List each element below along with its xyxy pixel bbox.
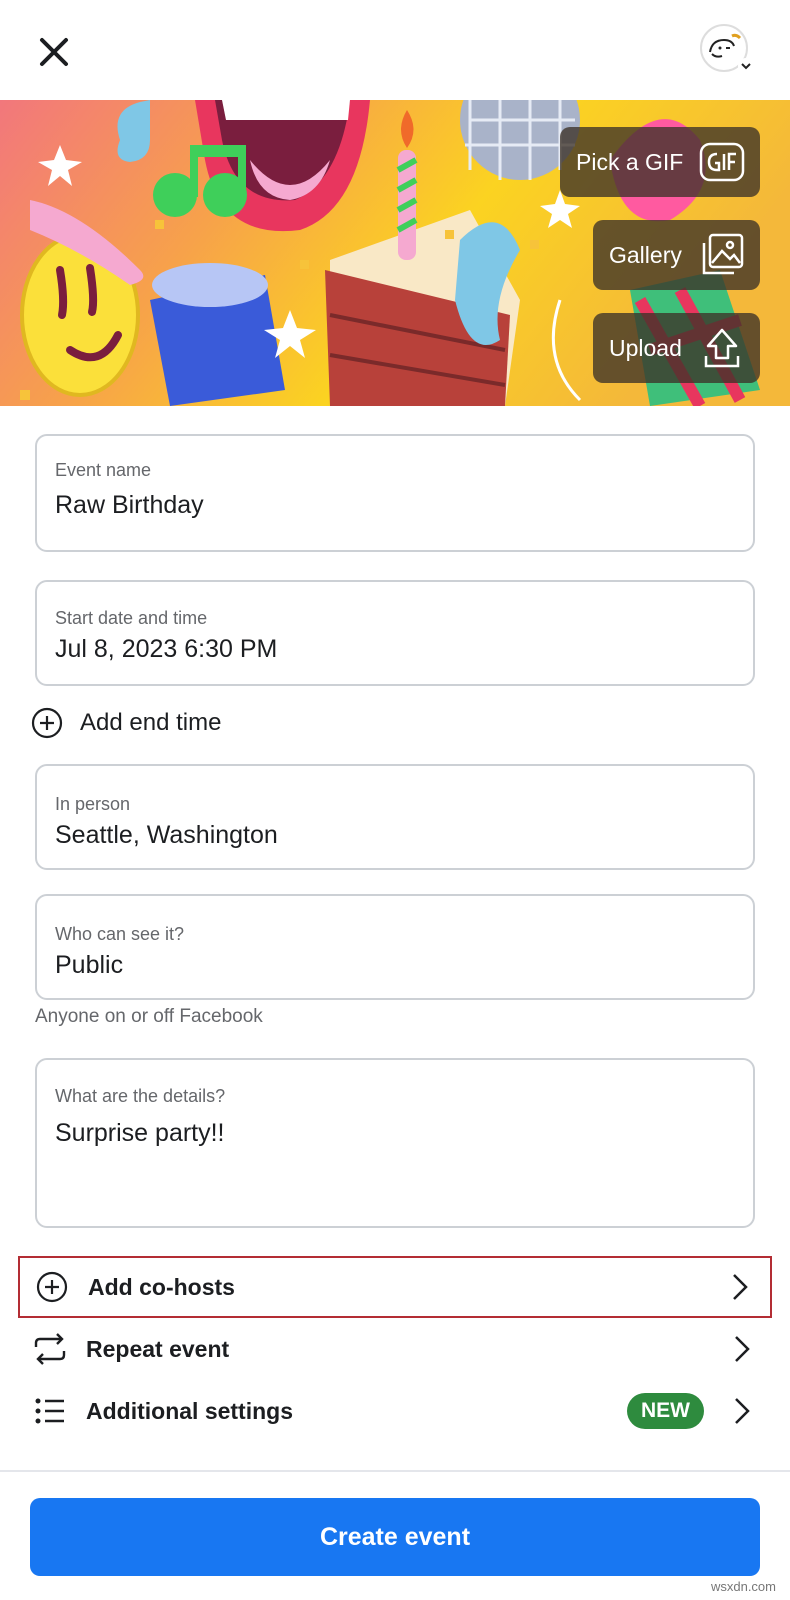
footer-divider [0, 1470, 790, 1472]
close-icon [40, 38, 68, 66]
plus-circle-icon [31, 707, 63, 739]
location-label: In person [55, 794, 131, 814]
upload-icon [698, 324, 746, 372]
list-icon [30, 1391, 70, 1431]
plus-circle-icon [32, 1267, 72, 1307]
event-name-field[interactable]: Event name Raw Birthday [35, 434, 755, 552]
upload-button[interactable]: Upload [593, 313, 760, 383]
repeat-icon [30, 1329, 70, 1369]
pick-gif-button[interactable]: Pick a GIF [560, 127, 760, 197]
location-field[interactable]: In person Seattle, Washington [35, 764, 755, 870]
details-field[interactable]: What are the details? Surprise party!! [35, 1058, 755, 1228]
gallery-label: Gallery [609, 241, 682, 268]
chevron-down-icon [738, 58, 754, 74]
start-datetime-value: Jul 8, 2023 6:30 PM [55, 635, 278, 663]
additional-settings-button[interactable]: Additional settings NEW [18, 1380, 772, 1442]
top-bar [0, 0, 790, 100]
repeat-event-label: Repeat event [86, 1335, 230, 1362]
privacy-helper-text: Anyone on or off Facebook [35, 1006, 263, 1027]
details-value: Surprise party!! [55, 1119, 225, 1147]
create-event-button[interactable]: Create event [30, 1498, 760, 1576]
event-name-label: Event name [55, 460, 152, 480]
add-co-hosts-label: Add co-hosts [88, 1273, 235, 1300]
repeat-event-button[interactable]: Repeat event [18, 1318, 772, 1380]
add-end-time-button[interactable]: Add end time [30, 706, 221, 740]
start-datetime-label: Start date and time [55, 608, 208, 628]
close-button[interactable] [30, 28, 78, 76]
privacy-value: Public [55, 951, 124, 979]
privacy-label: Who can see it? [55, 924, 185, 944]
start-datetime-field[interactable]: Start date and time Jul 8, 2023 6:30 PM [35, 580, 755, 686]
details-label: What are the details? [55, 1086, 226, 1106]
pick-gif-label: Pick a GIF [576, 148, 684, 175]
upload-label: Upload [609, 334, 682, 361]
gallery-icon [698, 231, 746, 279]
location-value: Seattle, Washington [55, 821, 278, 849]
add-co-hosts-button[interactable]: Add co-hosts [18, 1256, 772, 1318]
cover-photo[interactable]: Pick a GIF Gallery Upload [0, 100, 790, 406]
chevron-right-icon [726, 1333, 758, 1365]
chevron-right-icon [724, 1271, 756, 1303]
new-badge: NEW [627, 1393, 704, 1429]
profile-switcher[interactable] [700, 24, 756, 80]
additional-settings-label: Additional settings [86, 1397, 293, 1424]
create-event-label: Create event [319, 1522, 471, 1551]
event-name-value: Raw Birthday [55, 491, 204, 519]
add-end-time-label: Add end time [80, 709, 222, 736]
gif-icon [698, 138, 746, 186]
gallery-button[interactable]: Gallery [593, 220, 760, 290]
chevron-right-icon [726, 1395, 758, 1427]
privacy-field[interactable]: Who can see it? Public [35, 894, 755, 1000]
watermark: wsxdn.com [710, 1579, 776, 1594]
